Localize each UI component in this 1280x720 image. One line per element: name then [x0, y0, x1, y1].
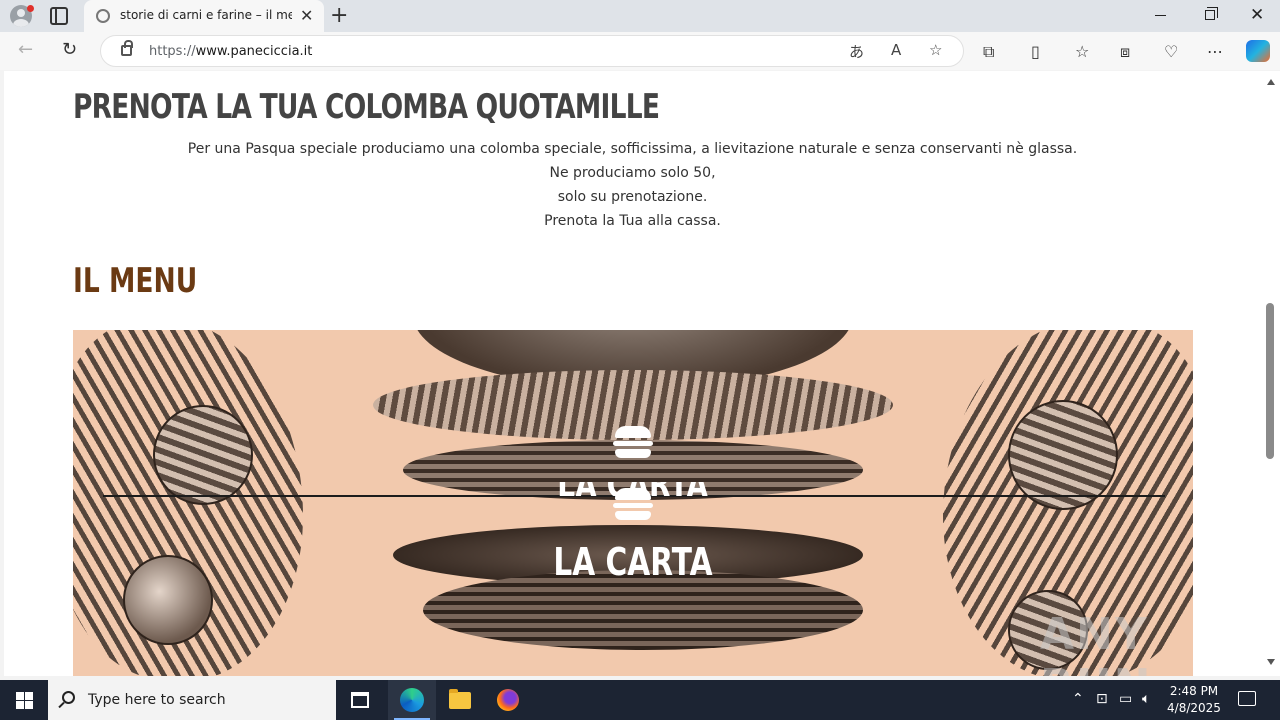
address-bar[interactable]: https://www.paneciccia.it あ A ☆ [100, 35, 964, 67]
file-explorer-icon[interactable] [449, 689, 471, 709]
lock-icon[interactable] [121, 40, 133, 56]
volume-icon[interactable]: 🔈︎ [1142, 691, 1150, 707]
page-headline: PRENOTA LA TUA COLOMBA QUOTAMILLE [73, 87, 660, 127]
card-title[interactable]: LA CARTA [196, 540, 1070, 584]
windows-taskbar: Type here to search ⌃ ⊡ ▭ 🔈︎ 2:48 PM 4/8… [0, 680, 1280, 720]
window-close-button[interactable]: ✕ [1250, 5, 1264, 25]
windows-start-icon[interactable] [16, 692, 33, 709]
tab-close-icon[interactable]: ✕ [300, 6, 313, 26]
notification-center-icon[interactable] [1238, 691, 1256, 706]
new-tab-icon[interactable]: + [330, 3, 348, 29]
read-aloud-icon[interactable]: A [891, 41, 901, 59]
edge-browser-icon [400, 688, 424, 712]
menu-card-banner[interactable]: LA CARTA LA CARTA [73, 330, 1193, 676]
anyrun-watermark: ANY RUN [1040, 609, 1150, 676]
taskbar-clock[interactable]: 2:48 PM 4/8/2025 [1166, 683, 1222, 717]
back-arrow-icon[interactable]: ← [18, 40, 33, 60]
scroll-up-arrow-icon[interactable] [1267, 79, 1275, 85]
menu-heading: IL MENU [73, 261, 198, 301]
tab-title: storie di carni e farine – il menu d [120, 8, 292, 22]
browser-tab-active[interactable]: storie di carni e farine – il menu d ✕ [84, 0, 324, 32]
burger-icon [613, 426, 653, 462]
url-text[interactable]: https://www.paneciccia.it [149, 44, 312, 59]
page-viewport: PRENOTA LA TUA COLOMBA QUOTAMILLE Per un… [4, 71, 1261, 676]
description-line-1: Per una Pasqua speciale produciamo una c… [187, 141, 1078, 157]
url-host: www.paneciccia.it [195, 44, 313, 59]
favorite-star-icon[interactable]: ☆ [929, 41, 942, 59]
split-screen-icon[interactable]: ▯ [1031, 42, 1040, 61]
copilot-icon[interactable] [1246, 40, 1270, 62]
site-favicon-icon [96, 9, 110, 23]
description-line-4: Prenota la Tua alla cassa. [544, 213, 721, 229]
extensions-icon[interactable]: ⧉ [983, 42, 994, 62]
network-icon[interactable]: ▭ [1119, 691, 1132, 707]
tab-strip: storie di carni e farine – il menu d ✕ +… [0, 0, 1280, 32]
url-scheme: https:// [149, 44, 196, 59]
taskbar-search-box[interactable]: Type here to search [48, 680, 336, 720]
scroll-down-arrow-icon[interactable] [1267, 659, 1275, 665]
settings-more-icon[interactable]: ⋯ [1207, 42, 1223, 61]
scroll-thumb[interactable] [1266, 303, 1274, 459]
description-line-2: Ne produciamo solo 50, [549, 165, 716, 181]
search-icon [62, 691, 75, 704]
collections-icon[interactable]: ⧈ [1120, 42, 1130, 62]
taskbar-edge-button[interactable] [388, 680, 436, 720]
firefox-icon[interactable] [497, 689, 519, 711]
search-placeholder: Type here to search [88, 692, 226, 708]
task-view-icon[interactable] [351, 692, 369, 708]
profile-notification-dot [27, 5, 34, 12]
clock-date: 4/8/2025 [1167, 701, 1221, 715]
clock-time: 2:48 PM [1169, 684, 1219, 698]
tab-actions-icon[interactable] [50, 7, 68, 25]
page-scrollbar[interactable] [1261, 71, 1280, 676]
reload-icon[interactable]: ↻ [62, 40, 77, 60]
window-restore-button[interactable] [1205, 7, 1218, 20]
burger-icon [613, 488, 653, 524]
translate-icon[interactable]: あ [849, 41, 864, 62]
description-line-3: solo su prenotazione. [557, 189, 708, 205]
favorites-icon[interactable]: ☆ [1075, 42, 1089, 61]
tray-device-icon[interactable]: ⊡ [1096, 691, 1108, 707]
tray-chevron-up-icon[interactable]: ⌃ [1072, 691, 1084, 707]
browser-essentials-icon[interactable]: ♡ [1164, 42, 1178, 61]
window-minimize-button[interactable] [1155, 15, 1166, 16]
